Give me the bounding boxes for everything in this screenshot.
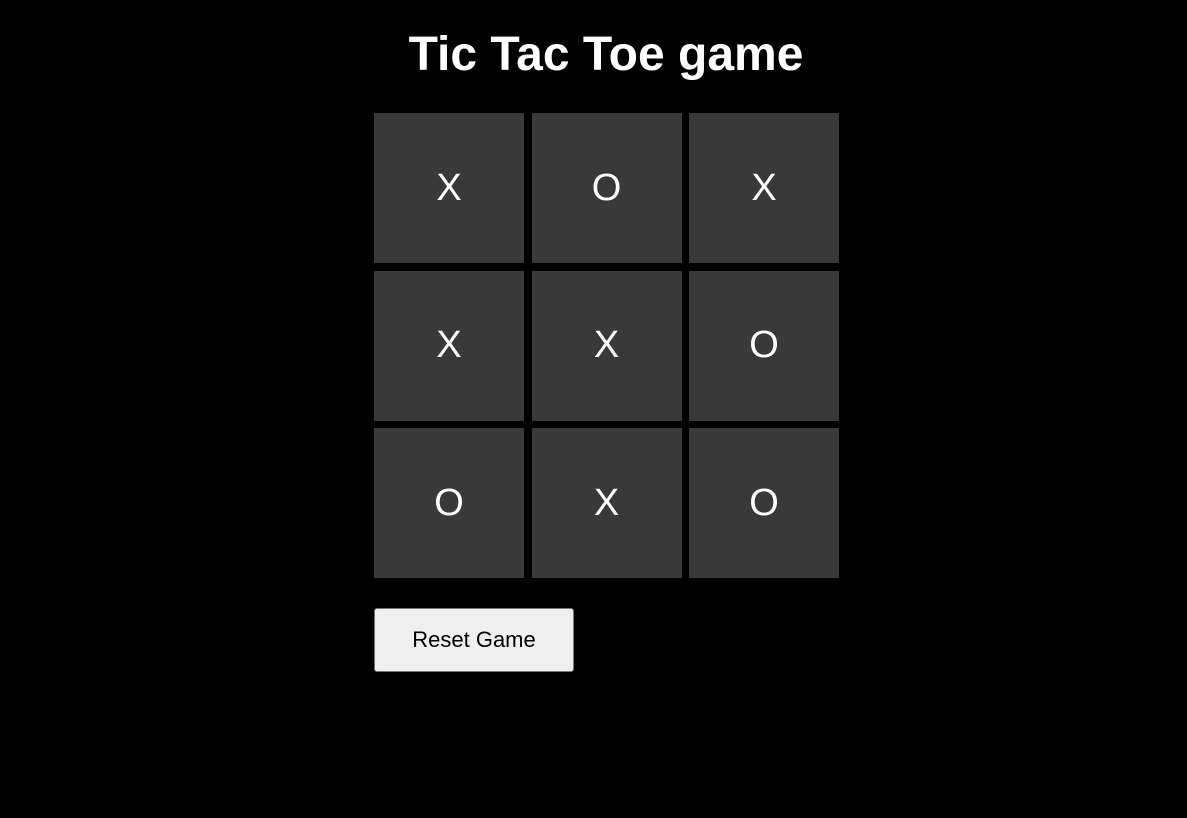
reset-game-button[interactable]: Reset Game — [374, 608, 574, 672]
board-cell-r2-c3[interactable]: O — [689, 270, 839, 421]
game-page: Tic Tac Toe game X O X X X O O X O Reset… — [0, 0, 1187, 818]
board-cell-r2-c2[interactable]: X — [531, 270, 682, 421]
page-title: Tic Tac Toe game — [408, 28, 804, 81]
board-cell-r3-c3[interactable]: O — [689, 428, 839, 578]
board-cell-r3-c2[interactable]: X — [531, 428, 682, 578]
board-cell-r1-c3[interactable]: X — [689, 113, 839, 263]
board-cell-r3-c1[interactable]: O — [374, 428, 524, 578]
game-board: X O X X X O O X O — [374, 113, 839, 578]
board-cell-r1-c1[interactable]: X — [374, 113, 524, 263]
board-cell-r2-c1[interactable]: X — [374, 270, 524, 421]
board-cell-r1-c2[interactable]: O — [531, 113, 682, 263]
